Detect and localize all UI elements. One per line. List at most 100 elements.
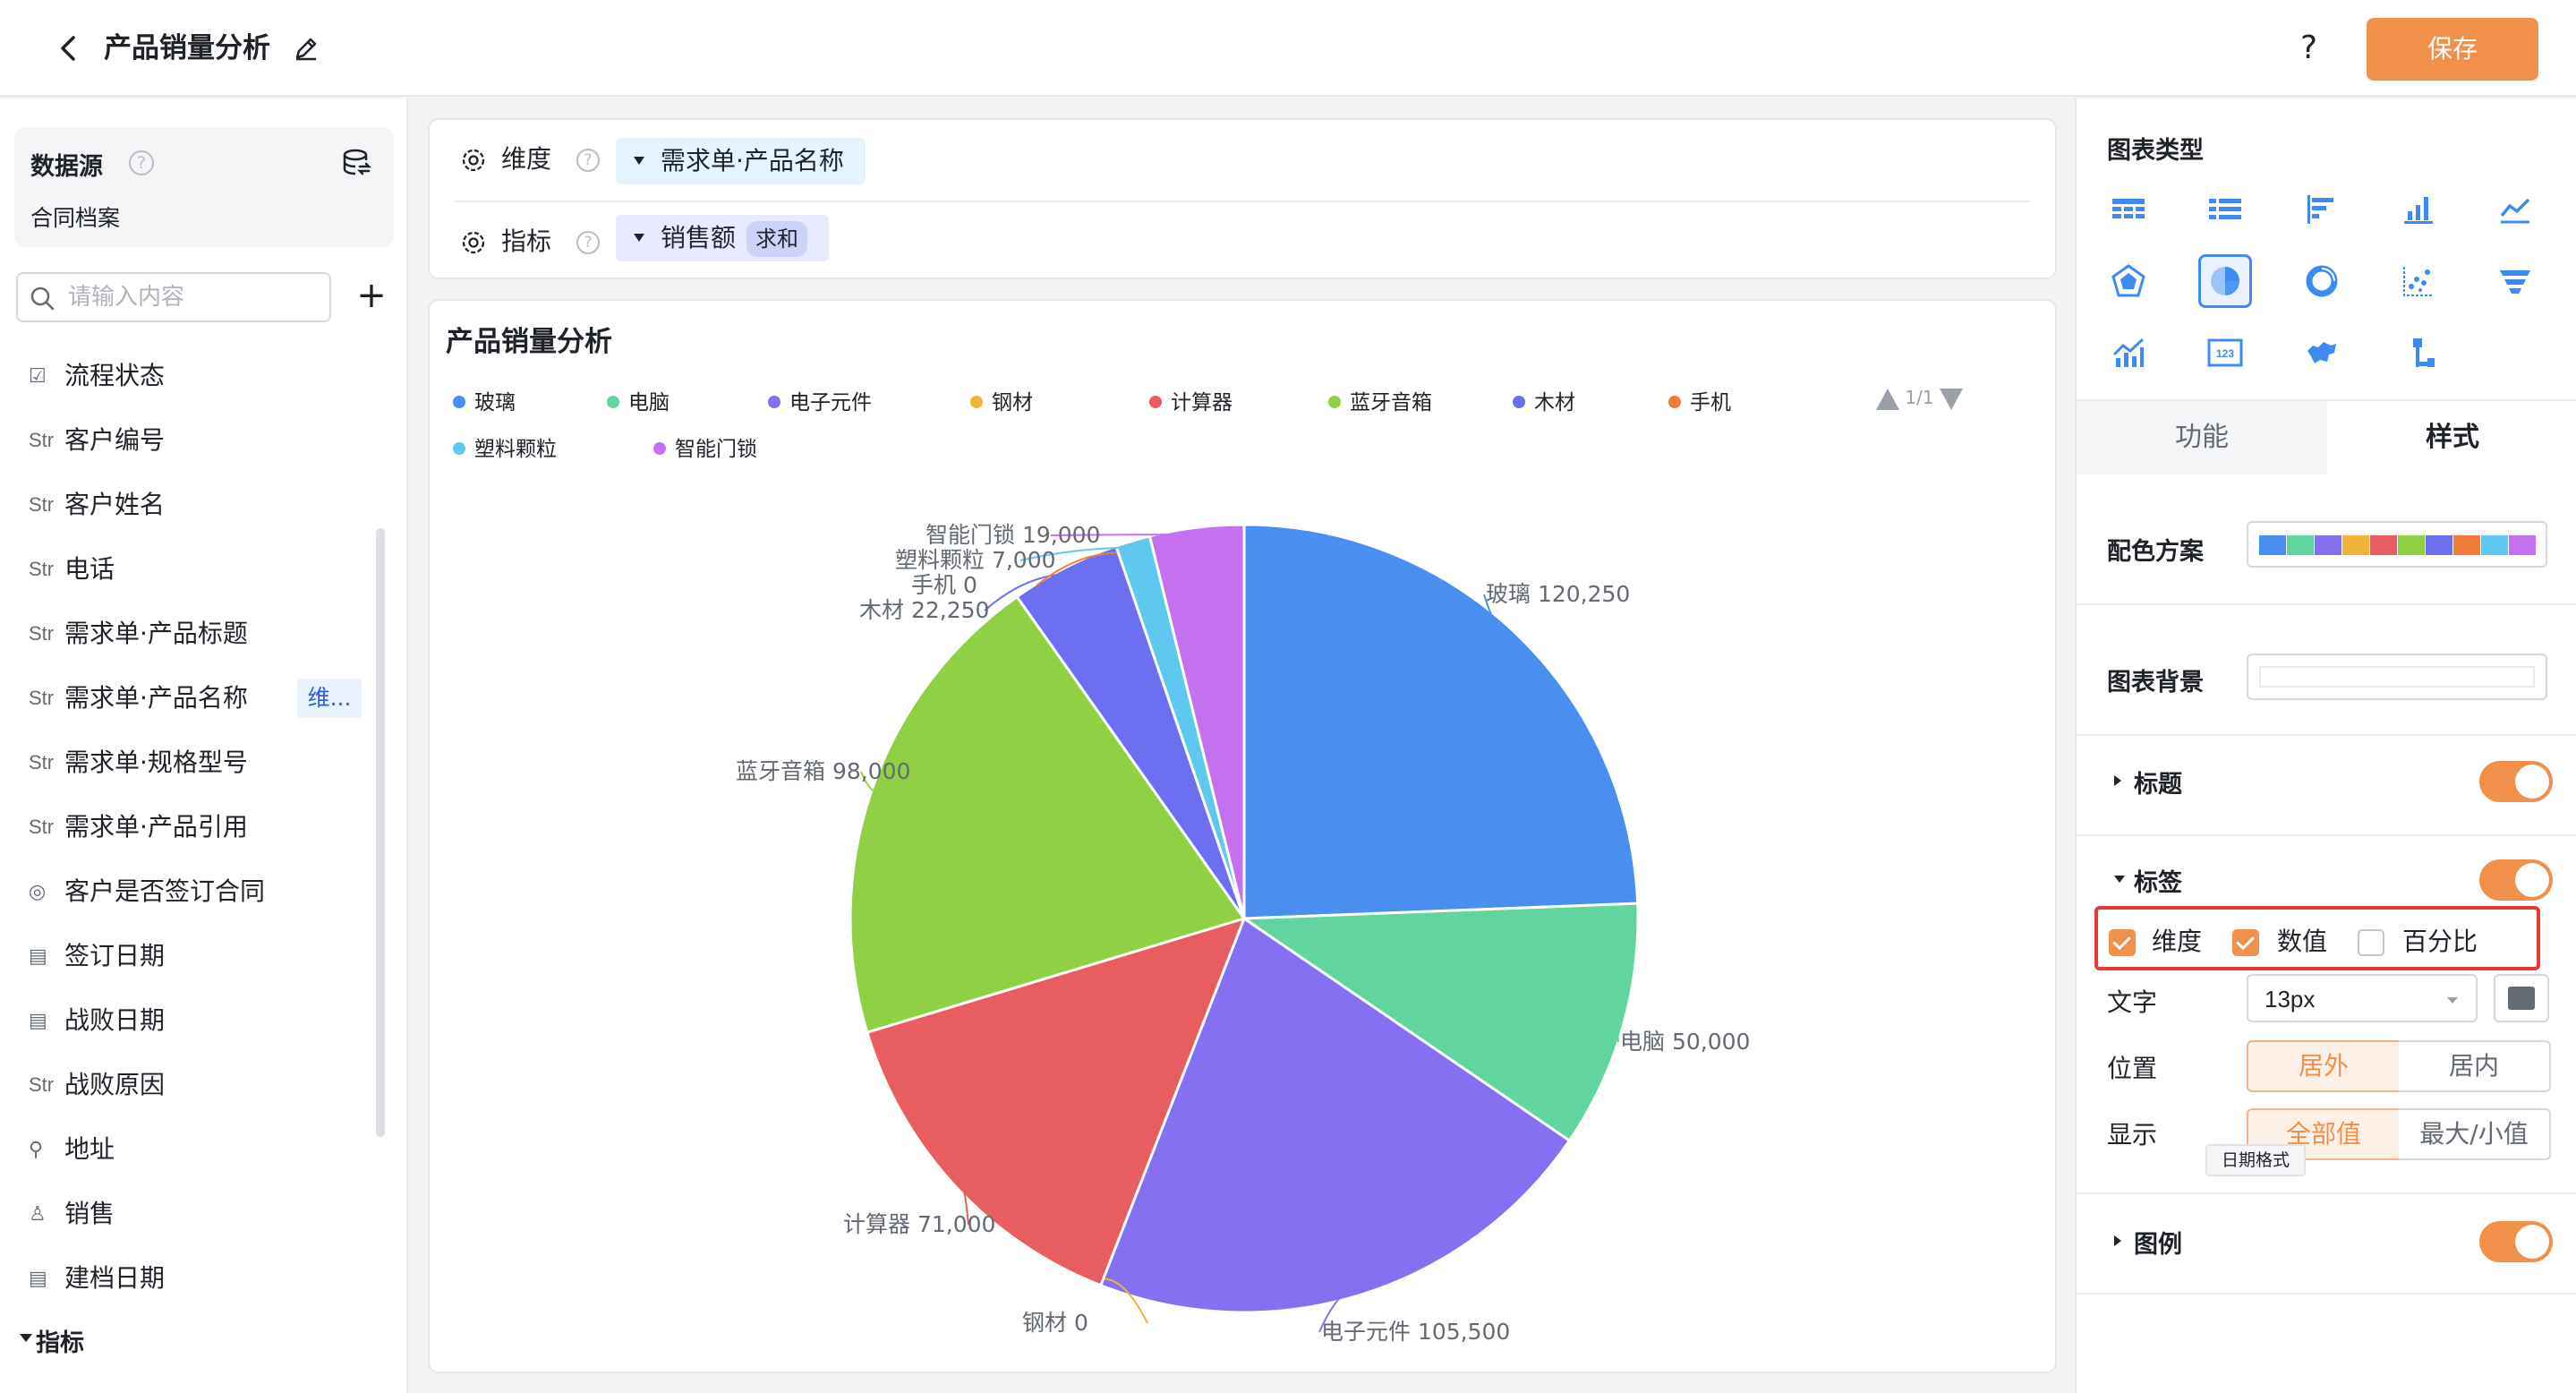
palette-swatch xyxy=(2342,535,2369,555)
field-label: 地址 xyxy=(64,1134,115,1164)
caret-down-icon[interactable] xyxy=(2114,876,2125,883)
legend-section-label[interactable]: 图例 xyxy=(2134,1225,2182,1260)
label-dimension-checkbox[interactable] xyxy=(2109,929,2136,956)
detail-table-icon[interactable] xyxy=(2198,183,2252,236)
field-item[interactable]: Str 电话 xyxy=(0,543,376,596)
help-circle-icon[interactable]: ? xyxy=(576,149,600,172)
chart-card: 产品销量分析 玻璃 电脑 电子元件 钢材 计算器 蓝牙音箱 木材 手机 塑料颗粒 智能门锁 1/1… xyxy=(428,299,2057,1373)
datasource-card[interactable]: 数据源 ? 合同档案 xyxy=(14,127,394,247)
field-item[interactable]: Str 需求单·产品名称 维... xyxy=(0,671,376,725)
field-item[interactable]: Str 需求单·产品标题 xyxy=(0,607,376,661)
field-label: 战败原因 xyxy=(64,1070,166,1099)
field-item[interactable]: Str 需求单·规格型号 xyxy=(0,736,376,790)
caret-right-icon[interactable] xyxy=(2114,775,2121,786)
field-label: 战败日期 xyxy=(64,1005,166,1035)
text-label: 文字 xyxy=(2107,987,2158,1017)
title-toggle[interactable] xyxy=(2479,761,2553,802)
string-type-icon: Str xyxy=(29,751,55,773)
metric-chip[interactable]: 销售额 求和 xyxy=(616,215,830,261)
database-switch-icon[interactable] xyxy=(340,147,372,179)
display-minmax-button[interactable]: 最大/小值 xyxy=(2399,1108,2551,1160)
palette-swatch xyxy=(2426,535,2452,555)
label-dimension-text: 维度 xyxy=(2152,927,2203,956)
radar-chart-icon[interactable] xyxy=(2102,254,2155,308)
palette-swatch xyxy=(2287,535,2314,555)
metrics-section-heading[interactable]: 指标 xyxy=(36,1323,84,1358)
field-list-scrollbar[interactable] xyxy=(376,528,385,1137)
field-label: 流程状态 xyxy=(64,361,166,390)
kpi-number-icon[interactable]: 123 xyxy=(2198,326,2252,380)
funnel-chart-icon[interactable] xyxy=(2488,254,2542,308)
label-section-label[interactable]: 标签 xyxy=(2134,863,2182,898)
tree-chart-icon[interactable] xyxy=(2392,326,2445,380)
string-type-icon: Str xyxy=(29,558,55,580)
field-label: 需求单·产品名称 xyxy=(64,683,248,713)
donut-chart-icon[interactable] xyxy=(2295,254,2349,308)
top-header: 产品销量分析 ? 保存 xyxy=(0,0,2576,97)
palette-select[interactable] xyxy=(2247,521,2547,568)
field-item[interactable]: Str 客户姓名 xyxy=(0,478,376,532)
datasource-name: 合同档案 xyxy=(30,205,121,231)
divider xyxy=(2077,834,2576,836)
field-label: 电话 xyxy=(64,554,115,584)
background-color-picker[interactable] xyxy=(2247,654,2547,700)
label-value-checkbox[interactable] xyxy=(2232,929,2259,956)
label-value-text: 数值 xyxy=(2277,927,2328,956)
chevron-left-icon xyxy=(61,36,75,61)
palette-swatch xyxy=(2398,535,2425,555)
legend-toggle[interactable] xyxy=(2479,1221,2553,1262)
field-item[interactable]: ♙ 销售 xyxy=(0,1187,376,1241)
datasource-title: 数据源 xyxy=(30,153,103,181)
title-section-label[interactable]: 标题 xyxy=(2134,765,2182,799)
scatter-chart-icon[interactable] xyxy=(2392,254,2445,308)
settings-icon xyxy=(462,231,485,254)
background-swatch xyxy=(2259,666,2535,688)
page-title: 产品销量分析 xyxy=(104,32,270,64)
dimension-label: 维度 xyxy=(501,144,552,174)
field-item[interactable]: ▤ 战败日期 xyxy=(0,994,376,1047)
label-percent-checkbox[interactable] xyxy=(2358,929,2384,956)
field-item[interactable]: Str 战败原因 xyxy=(0,1058,376,1112)
position-inside-button[interactable]: 居内 xyxy=(2399,1040,2551,1092)
caret-down-icon xyxy=(634,234,644,242)
field-panel: 数据源 ? 合同档案 + ☑ 流程状态 Str 客户编号 Str 客户姓名 Str 电话… xyxy=(0,98,408,1393)
field-item[interactable]: ▤ 签订日期 xyxy=(0,929,376,983)
font-size-select[interactable]: 13px xyxy=(2247,974,2478,1022)
map-chart-icon[interactable] xyxy=(2295,326,2349,380)
pivot-table-icon[interactable] xyxy=(2102,183,2155,236)
settings-icon xyxy=(462,149,485,172)
help-button[interactable]: ? xyxy=(2300,27,2317,70)
field-item[interactable]: ☑ 流程状态 xyxy=(0,349,376,403)
field-item[interactable]: Str 需求单·产品引用 xyxy=(0,800,376,854)
tab-function[interactable]: 功能 xyxy=(2077,401,2327,474)
string-type-icon: Str xyxy=(29,1073,55,1096)
back-button[interactable] xyxy=(52,30,88,66)
add-field-button[interactable]: + xyxy=(353,274,390,319)
edit-title-button[interactable] xyxy=(292,34,320,63)
field-item[interactable]: ▤ 建档日期 xyxy=(0,1252,376,1305)
help-circle-icon[interactable]: ? xyxy=(129,150,154,175)
dimension-chip[interactable]: 需求单·产品名称 xyxy=(616,138,866,184)
text-color-picker[interactable] xyxy=(2494,974,2549,1022)
field-item[interactable]: Str 客户编号 xyxy=(0,414,376,467)
line-chart-icon[interactable] xyxy=(2488,183,2542,236)
field-item[interactable]: ◎ 客户是否签订合同 xyxy=(0,865,376,919)
pie-chart-icon[interactable] xyxy=(2198,254,2252,308)
bar-chart-icon[interactable] xyxy=(2295,183,2349,236)
caret-right-icon[interactable] xyxy=(2114,1235,2121,1246)
metric-chip-label: 销售额 xyxy=(661,223,737,252)
search-input[interactable] xyxy=(68,281,319,313)
data-label: 手机 0 xyxy=(911,572,977,598)
combo-chart-icon[interactable] xyxy=(2102,326,2155,380)
column-chart-icon[interactable] xyxy=(2392,183,2445,236)
save-button[interactable]: 保存 xyxy=(2367,18,2538,81)
string-type-icon: Str xyxy=(29,493,55,516)
tab-style[interactable]: 样式 xyxy=(2327,401,2576,474)
help-circle-icon[interactable]: ? xyxy=(576,231,600,254)
field-item[interactable]: ⚲ 地址 xyxy=(0,1123,376,1176)
data-label: 塑料颗粒 7,000 xyxy=(895,547,1056,573)
position-outside-button[interactable]: 居外 xyxy=(2247,1040,2401,1092)
field-label: 客户编号 xyxy=(64,425,166,455)
display-label: 显示 xyxy=(2107,1120,2158,1149)
label-toggle[interactable] xyxy=(2479,859,2553,901)
